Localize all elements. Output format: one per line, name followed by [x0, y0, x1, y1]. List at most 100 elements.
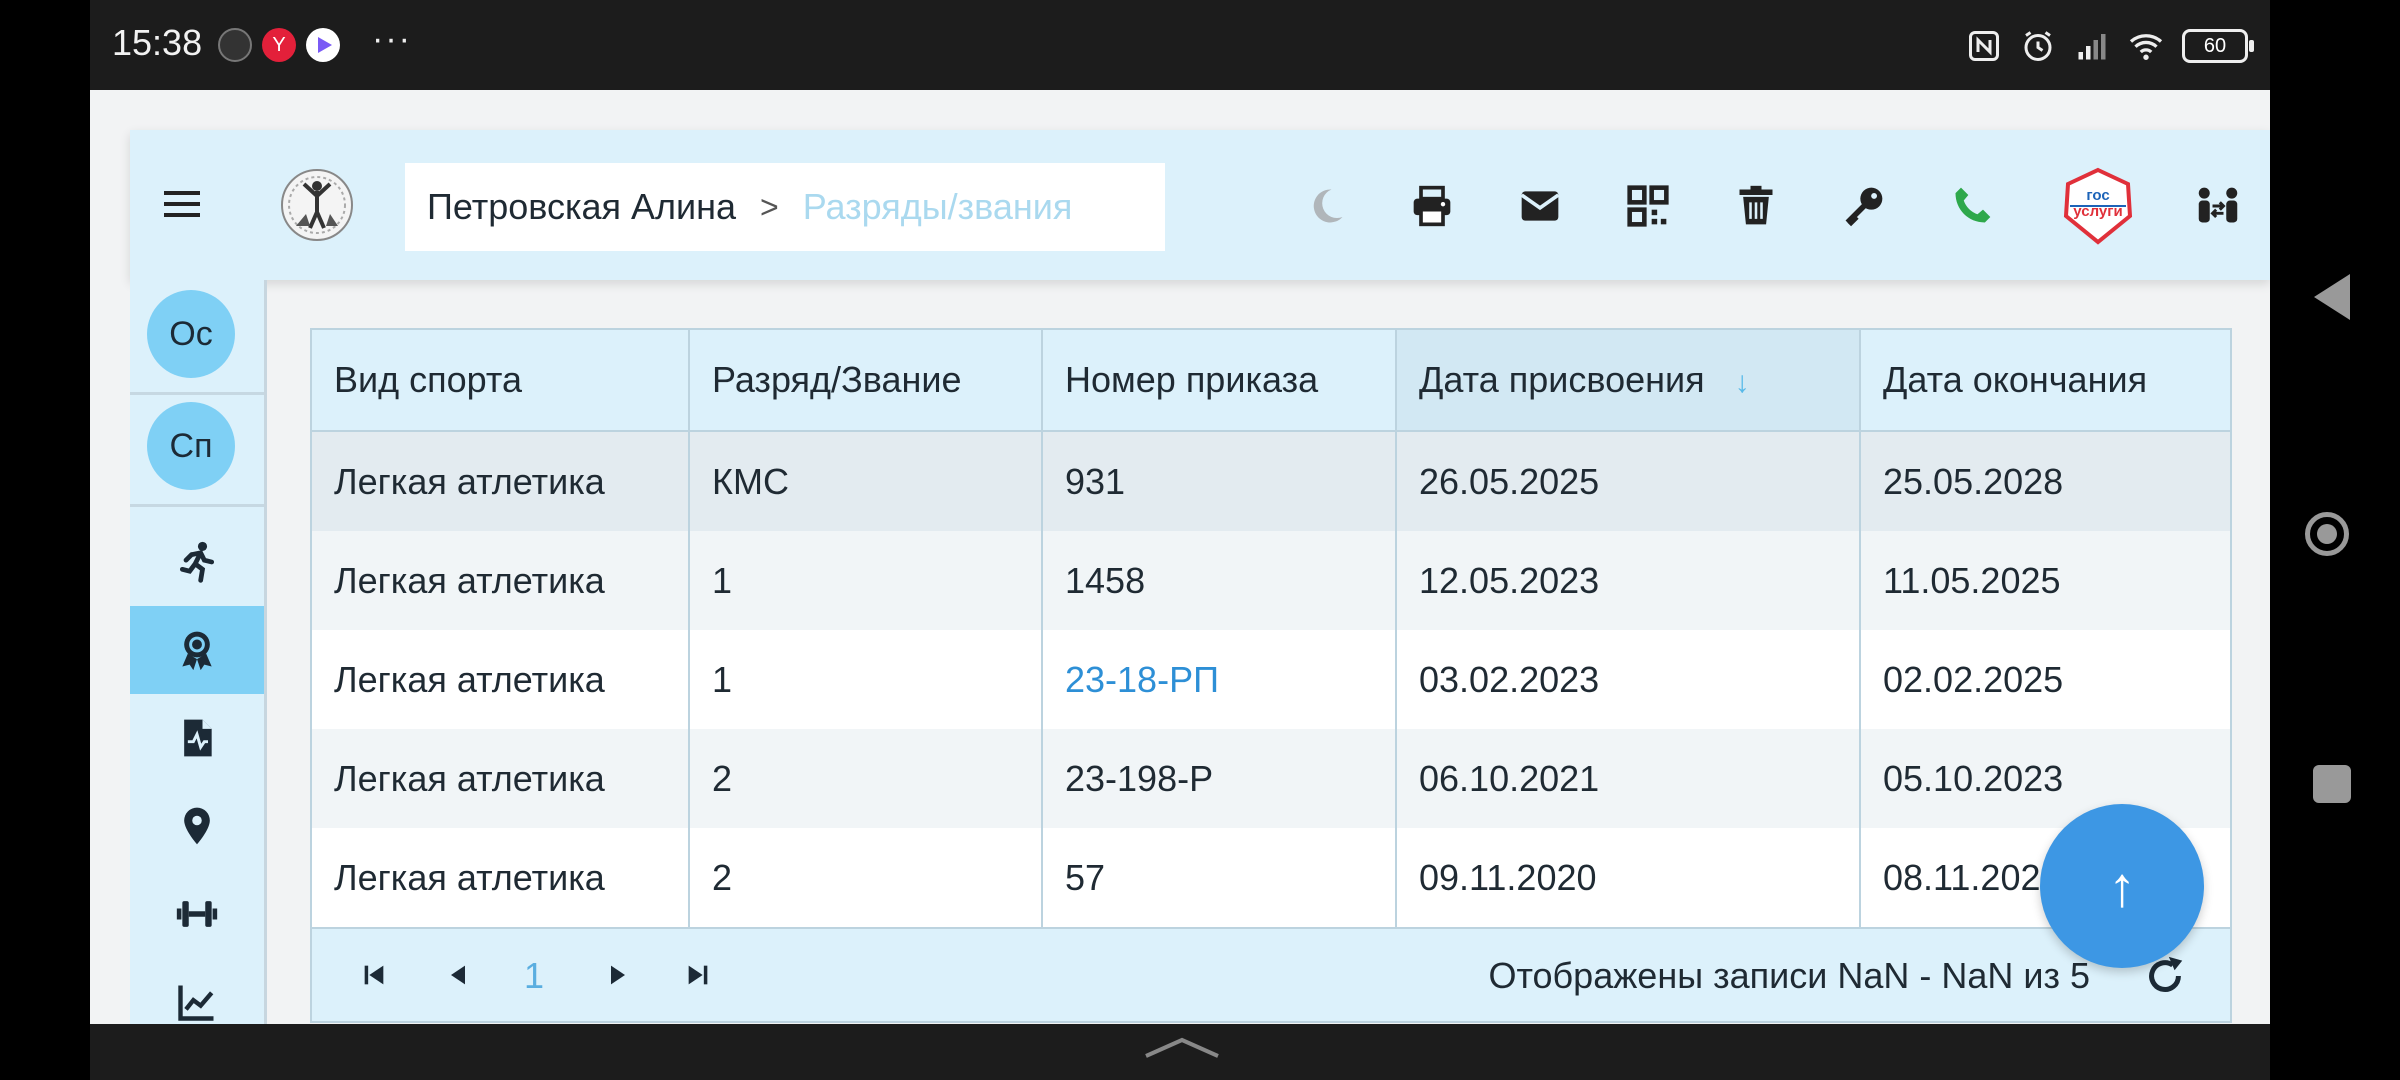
current-page-number[interactable]: 1 [524, 955, 544, 997]
gosuslugi-text-top: гос [2086, 187, 2110, 204]
running-icon [179, 541, 215, 583]
order-document-link[interactable]: 23-18-РП [1065, 659, 1219, 700]
sidebar-border [264, 280, 267, 1024]
cell-end-date: 25.05.2028 [1860, 431, 2230, 531]
envelope-icon [1520, 191, 1560, 221]
cell-sport: Легкая атлетика [312, 431, 690, 531]
top-bar: Петровская Алина > Разряды/звания гос ус… [130, 130, 2270, 280]
last-page-button[interactable] [678, 955, 718, 995]
cell-sport: Легкая атлетика [312, 630, 690, 729]
table-row[interactable]: Легкая атлетика КМС 931 26.05.2025 25.05… [312, 431, 2230, 531]
table-row[interactable]: Легкая атлетика 1 1458 12.05.2023 11.05.… [312, 531, 2230, 630]
sidebar: Ос Сп [130, 280, 264, 1024]
sidebar-item-medical[interactable] [130, 694, 264, 782]
sidebar-item-ranks[interactable] [130, 606, 264, 694]
prev-page-icon [451, 965, 465, 985]
sidebar-divider [130, 392, 264, 395]
battery-icon: 60 [2182, 29, 2254, 63]
cell-assign-date: 03.02.2023 [1396, 630, 1861, 729]
cell-order-number-link[interactable]: 23-18-РП [1042, 630, 1397, 729]
medical-file-icon [184, 719, 212, 757]
wifi-icon [2129, 34, 2163, 60]
app-viewport: Петровская Алина > Разряды/звания гос ус… [90, 90, 2270, 1024]
cell-order-number: 1458 [1042, 531, 1397, 630]
signal-icon [2078, 34, 2106, 60]
cell-rank: 2 [689, 828, 1043, 927]
column-header-assign-date[interactable]: Дата присвоения ↓ [1396, 330, 1861, 432]
alarm-icon [2024, 31, 2052, 61]
key-button[interactable] [1836, 178, 1892, 234]
dumbbell-icon [176, 901, 218, 927]
email-button[interactable] [1512, 178, 1568, 234]
recent-apps-nav-icon[interactable] [2313, 765, 2351, 803]
ranks-table: Вид спорта Разряд/Звание Номер приказа Д… [310, 328, 2232, 1023]
sidebar-item-location[interactable] [130, 782, 264, 870]
prev-page-button[interactable] [438, 955, 478, 995]
cell-rank: КМС [689, 431, 1043, 531]
delete-button[interactable] [1728, 178, 1784, 234]
table-header-row: Вид спорта Разряд/Звание Номер приказа Д… [312, 330, 2230, 432]
call-button[interactable] [1944, 178, 2000, 234]
clock-app-icon [218, 28, 252, 62]
gosuslugi-text-bottom: услуги [2073, 203, 2123, 220]
gosuslugi-button[interactable]: гос услуги [2058, 166, 2138, 246]
records-info: Отображены записи NaN - NaN из 5 [1488, 955, 2090, 996]
column-header-order-number[interactable]: Номер приказа [1042, 330, 1397, 432]
cell-order-number: 23-198-Р [1042, 729, 1397, 828]
gesture-bar [90, 1024, 2270, 1080]
phone-icon [1955, 187, 1991, 223]
qr-code-icon [1627, 185, 1669, 227]
sidebar-avatar-sp[interactable]: Сп [147, 402, 235, 490]
cell-end-date: 05.10.2023 [1860, 729, 2230, 828]
play-app-icon [306, 28, 340, 62]
cell-end-date: 02.02.2025 [1860, 630, 2230, 729]
qr-code-button[interactable] [1620, 178, 1676, 234]
cell-sport: Легкая атлетика [312, 531, 690, 630]
cell-sport: Легкая атлетика [312, 828, 690, 927]
table-row[interactable]: Легкая атлетика 2 23-198-Р 06.10.2021 05… [312, 729, 2230, 828]
cell-order-number: 57 [1042, 828, 1397, 927]
next-page-icon [611, 965, 625, 985]
table-row[interactable]: Легкая атлетика 2 57 09.11.2020 08.11.20… [312, 828, 2230, 927]
column-header-sport[interactable]: Вид спорта [312, 330, 690, 432]
more-dots-icon: ··· [372, 20, 412, 58]
column-header-rank[interactable]: Разряд/Звание [689, 330, 1043, 432]
dark-mode-button[interactable] [1298, 178, 1354, 234]
status-bar: 15:38 Y ··· 60 [90, 0, 2270, 90]
breadcrumb: Петровская Алина > Разряды/звания [405, 163, 1165, 251]
printer-icon [1413, 185, 1451, 227]
cell-rank: 1 [689, 531, 1043, 630]
cell-assign-date: 06.10.2021 [1396, 729, 1861, 828]
chevron-up-icon[interactable] [1144, 1036, 1220, 1058]
breadcrumb-separator: > [760, 188, 779, 225]
sidebar-item-training[interactable] [130, 870, 264, 958]
sidebar-item-sports[interactable] [130, 518, 264, 606]
cell-rank: 1 [689, 630, 1043, 729]
people-exchange-icon [2198, 187, 2238, 223]
scroll-to-top-button[interactable]: ↑ [2040, 804, 2204, 968]
cell-sport: Легкая атлетика [312, 729, 690, 828]
cell-order-number: 931 [1042, 431, 1397, 531]
breadcrumb-athlete-link[interactable]: Петровская Алина [427, 186, 736, 228]
hamburger-menu-icon[interactable] [164, 186, 200, 222]
first-page-button[interactable] [354, 955, 394, 995]
table-row[interactable]: Легкая атлетика 1 23-18-РП 03.02.2023 02… [312, 630, 2230, 729]
nfc-icon [1969, 31, 1999, 61]
print-button[interactable] [1404, 178, 1460, 234]
column-header-end-date[interactable]: Дата окончания [1860, 330, 2230, 432]
first-page-icon [364, 965, 384, 985]
next-page-button[interactable] [598, 955, 638, 995]
trash-icon [1739, 185, 1773, 225]
location-pin-icon [184, 807, 210, 845]
home-nav-icon[interactable] [2305, 512, 2349, 556]
sidebar-avatar-os[interactable]: Ос [147, 290, 235, 378]
yandex-app-icon: Y [262, 28, 296, 62]
cell-assign-date: 09.11.2020 [1396, 828, 1861, 927]
cell-end-date: 11.05.2025 [1860, 531, 2230, 630]
transfer-button[interactable] [2190, 178, 2246, 234]
sports-logo-icon[interactable] [280, 168, 354, 242]
sidebar-item-stats[interactable] [130, 958, 264, 1024]
back-nav-icon[interactable] [2312, 272, 2352, 322]
last-page-icon [688, 965, 708, 985]
award-icon [182, 631, 212, 671]
